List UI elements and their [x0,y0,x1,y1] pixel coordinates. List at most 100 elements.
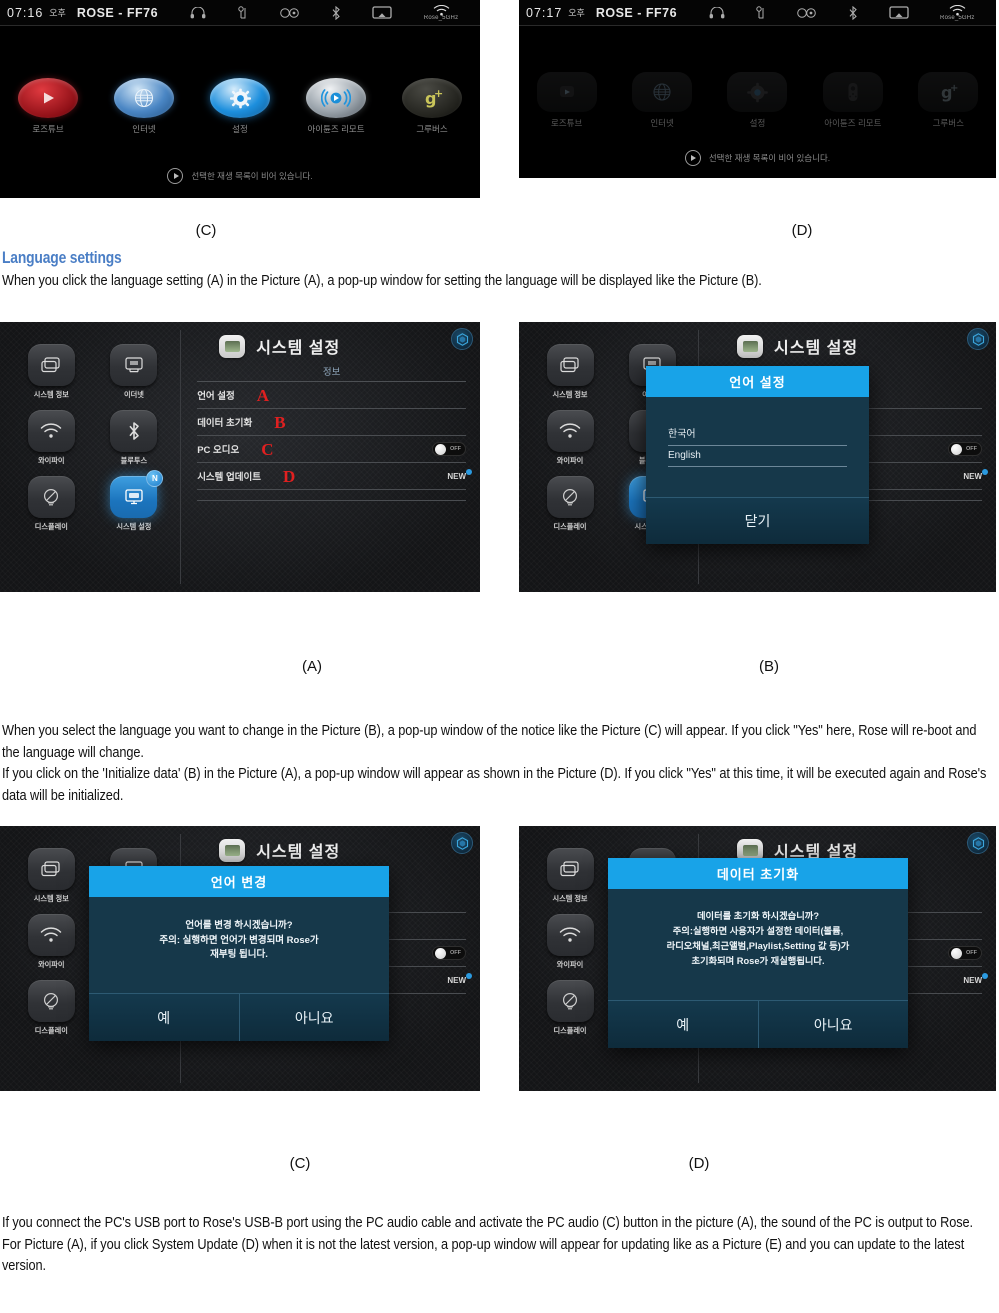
display-cast-icon [372,5,393,20]
yes-button[interactable]: 예 [89,993,239,1041]
sidebar-divider [180,330,181,584]
status-ampm: 오후 [568,8,585,18]
tab-info[interactable]: 정보 [197,364,466,382]
update-new-badge: NEW [447,468,472,481]
app-rosetube[interactable]: 로즈튜브 [4,78,92,135]
dialog-message: 데이터를 초기화 하시겠습니까? 주의:실행하면 사용자가 설정한 데이터(볼륨… [608,889,908,1000]
bottom-message-text: 선택한 재생 목록이 비어 있습니다. [708,153,831,163]
status-time: 07:16 [7,5,44,20]
sidebar-label: 디스플레이 [553,1026,587,1035]
gear-icon [210,78,270,118]
no-button[interactable]: 아니요 [757,1000,908,1048]
status-ampm: 오후 [49,8,66,18]
wifi-icon: Rose_5GHz [423,4,459,21]
play-circle-icon[interactable] [167,168,184,184]
toggle-state-label: OFF [450,446,461,452]
sidebar-item-wifi[interactable]: 와이파이 [10,410,93,466]
app-itunes-remote[interactable]: 아이튠즈 리모트 [809,72,897,129]
sidebar-item-display[interactable]: 디스플레이 [529,980,611,1036]
no-button[interactable]: 아니요 [238,993,389,1041]
app-label: 그루버스 [932,118,964,128]
pc-audio-toggle[interactable]: OFF [948,946,982,960]
language-option-english[interactable]: English [668,446,847,467]
setting-row-system-update[interactable]: 시스템 업데이트 D NEW [197,463,472,490]
sidebar-label: 시스템 정보 [552,390,588,399]
sidebar-item-display[interactable]: 디스플레이 [10,476,93,532]
sidebar-label: 와이파이 [556,960,584,969]
caption-row3-left: (C) [289,1155,311,1172]
section-heading: Language settings [2,249,122,267]
popup-title: 언어 설정 [646,366,869,397]
app-settings[interactable]: 설정 [196,78,284,135]
setting-row-data-init[interactable]: 데이터 초기화 B [197,409,466,436]
sidebar-label: 디스플레이 [553,522,587,531]
settings-screen-picture-d: 시스템 정보 이더넷 와이파이 블루투스 디스플레이 [519,826,996,1091]
rose-hex-logo-icon[interactable] [451,832,473,854]
status-bar: 07:17 오후 ROSE - FF76 Rose_5GHz [519,0,996,26]
rose-hex-logo-icon[interactable] [451,328,473,350]
data-init-dialog: 데이터 초기화 데이터를 초기화 하시겠습니까? 주의:실행하면 사용자가 설정… [608,858,908,1048]
sidebar-item-wifi[interactable]: 와이파이 [10,914,93,970]
usb-icon [755,5,766,20]
page-title: 시스템 설정 [774,340,859,357]
display-cast-icon [889,5,909,20]
device-name: ROSE - FF76 [76,5,159,20]
wifi-icon [27,410,75,452]
popup-close-button[interactable]: 닫기 [646,497,869,544]
setting-row-language[interactable]: 언어 설정 A [197,382,466,409]
language-settings-popup: 언어 설정 한국어 English 닫기 [646,366,869,544]
sidebar-label: 블루투스 [120,456,148,465]
page-title: 시스템 설정 [256,340,341,357]
rose-hex-logo-icon[interactable] [967,832,989,854]
monitor-icon: N [110,470,164,518]
globe-icon [114,78,174,118]
toggle-knob [951,947,962,959]
app-label: 아이튠즈 리모트 [824,118,882,128]
pc-audio-toggle[interactable]: OFF [432,442,466,456]
sidebar-item-ethernet[interactable]: 이더넷 [93,344,176,400]
disc-icon [797,7,817,18]
app-itunes-remote[interactable]: 아이튠즈 리모트 [292,78,380,135]
device-name: ROSE - FF76 [595,5,678,20]
row-label: 시스템 업데이트 [197,472,262,483]
rose-hex-logo-icon[interactable] [967,328,989,350]
setting-row-pc-audio[interactable]: PC 오디오 C OFF [197,436,466,463]
sidebar-item-system-settings[interactable]: N 시스템 설정 [93,470,176,532]
sidebar-item-system-info[interactable]: 시스템 정보 [10,848,93,904]
toggle-knob [435,443,446,455]
app-groovers[interactable]: g + 그루버스 [388,78,476,135]
app-rosetube[interactable]: 로즈튜브 [523,72,611,129]
language-option-korean[interactable]: 한국어 [668,421,847,446]
svg-text:+: + [950,83,958,94]
caption-row3-right: (D) [688,1155,710,1172]
sidebar-item-wifi[interactable]: 와이파이 [529,410,611,466]
dialog-message: 언어를 변경 하시겠습니까? 주의: 실행하면 언어가 변경되며 Rose가 재… [89,897,389,993]
sidebar-item-wifi[interactable]: 와이파이 [529,914,611,970]
sidebar-item-system-info[interactable]: 시스템 정보 [529,344,611,400]
app-internet[interactable]: 인터넷 [100,78,188,135]
app-settings[interactable]: 설정 [713,72,801,129]
wifi-icon [27,914,75,956]
caption-row2-left: (A) [302,658,322,675]
page-title: 시스템 설정 [256,844,341,861]
sidebar-item-bluetooth[interactable]: 블루투스 [93,410,176,466]
itunes-remote-icon [306,78,366,118]
yes-button[interactable]: 예 [608,1000,758,1048]
dialog-title: 언어 변경 [89,866,389,897]
svg-text:+: + [434,88,443,100]
app-groovers[interactable]: g + 그루버스 [904,72,992,129]
toggle-state-label: OFF [966,950,977,956]
ethernet-icon [110,344,158,386]
wifi-ssid-label: Rose_5GHz [423,14,459,21]
sidebar-item-system-info[interactable]: 시스템 정보 [10,344,93,400]
app-internet[interactable]: 인터넷 [618,72,706,129]
sidebar-item-display[interactable]: 디스플레이 [529,476,611,532]
pc-audio-toggle[interactable]: OFF [948,442,982,456]
pc-audio-toggle[interactable]: OFF [432,946,466,960]
usb-icon [237,5,248,20]
settings-title-row: 시스템 설정 [197,322,466,364]
sidebar-item-system-info[interactable]: 시스템 정보 [529,848,611,904]
play-circle-icon[interactable] [684,150,701,166]
sidebar-item-display[interactable]: 디스플레이 [10,980,93,1036]
bottom-message-text: 선택한 재생 목록이 비어 있습니다. [191,171,313,181]
